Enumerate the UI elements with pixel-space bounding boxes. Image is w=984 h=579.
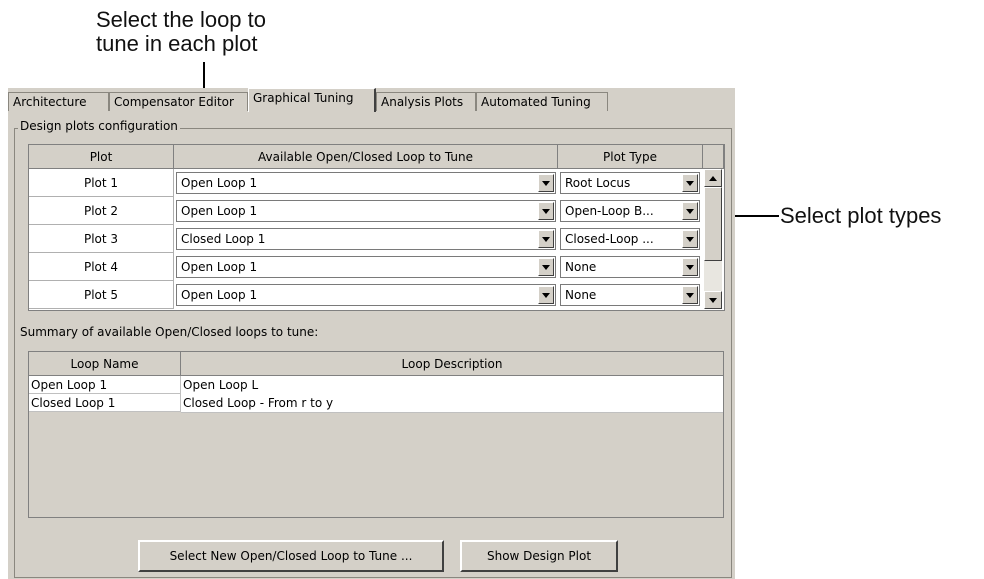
chevron-down-icon — [686, 209, 694, 214]
row-label: Plot 2 — [29, 197, 174, 225]
tab-strip: Architecture Compensator Editor Graphica… — [8, 88, 735, 112]
row-label: Plot 5 — [29, 281, 174, 309]
chevron-down-icon — [686, 265, 694, 270]
scroll-thumb[interactable] — [704, 187, 722, 261]
tab-analysis-plots[interactable]: Analysis Plots — [376, 92, 476, 111]
column-header-plot-type[interactable]: Plot Type — [558, 145, 703, 169]
column-header-plot[interactable]: Plot — [29, 145, 174, 169]
callout-line-2: tune in each plot — [96, 31, 258, 56]
scroll-down-button[interactable] — [704, 291, 722, 309]
plot-type-select[interactable]: Root Locus — [560, 172, 700, 194]
plot-config-table: Plot Available Open/Closed Loop to Tune … — [28, 144, 725, 311]
tab-automated-tuning[interactable]: Automated Tuning — [476, 92, 608, 111]
chevron-down-icon — [686, 293, 694, 298]
column-header-loop[interactable]: Available Open/Closed Loop to Tune — [174, 145, 558, 169]
chevron-down-icon — [686, 237, 694, 242]
show-design-plot-button[interactable]: Show Design Plot — [460, 540, 618, 572]
loop-name-cell: Open Loop 1 — [29, 376, 181, 394]
arrow-up-icon — [709, 176, 717, 181]
row-label: Plot 4 — [29, 253, 174, 281]
group-title: Design plots configuration — [18, 119, 180, 133]
control-tuner-panel: Architecture Compensator Editor Graphica… — [8, 88, 735, 579]
column-header-loop-name[interactable]: Loop Name — [29, 352, 181, 376]
plot-type-select[interactable]: Open-Loop B... — [560, 200, 700, 222]
callout-select-loop: Select the loop to tune in each plot — [96, 8, 266, 56]
chevron-down-icon — [542, 181, 550, 186]
table-scrollbar[interactable] — [704, 169, 722, 309]
scroll-up-button[interactable] — [704, 169, 722, 187]
select-new-loop-button[interactable]: Select New Open/Closed Loop to Tune ... — [138, 540, 444, 572]
loop-description-cell: Closed Loop - From r to y — [181, 394, 723, 413]
summary-label: Summary of available Open/Closed loops t… — [20, 325, 319, 339]
arrow-down-icon — [709, 298, 717, 303]
column-header-loop-description[interactable]: Loop Description — [181, 352, 723, 376]
loop-select[interactable]: Open Loop 1 — [176, 284, 556, 306]
loop-select[interactable]: Open Loop 1 — [176, 172, 556, 194]
loop-description-cell: Open Loop L — [181, 376, 723, 395]
loop-select[interactable]: Open Loop 1 — [176, 256, 556, 278]
chevron-down-icon — [686, 181, 694, 186]
row-label: Plot 1 — [29, 169, 174, 197]
loop-select[interactable]: Open Loop 1 — [176, 200, 556, 222]
chevron-down-icon — [542, 237, 550, 242]
table-row[interactable]: Open Loop 1 Open Loop L — [29, 376, 723, 395]
chevron-down-icon — [542, 265, 550, 270]
loop-summary-table: Loop Name Loop Description Open Loop 1 O… — [28, 351, 724, 518]
plot-type-select[interactable]: None — [560, 256, 700, 278]
tab-compensator-editor[interactable]: Compensator Editor — [109, 92, 248, 111]
loop-name-cell: Closed Loop 1 — [29, 394, 181, 412]
tab-graphical-tuning[interactable]: Graphical Tuning — [248, 88, 376, 112]
callout-plot-types: Select plot types — [780, 203, 942, 228]
plot-type-select[interactable]: None — [560, 284, 700, 306]
table-row[interactable]: Closed Loop 1 Closed Loop - From r to y — [29, 394, 723, 413]
loop-select[interactable]: Closed Loop 1 — [176, 228, 556, 250]
plot-type-select[interactable]: Closed-Loop ... — [560, 228, 700, 250]
chevron-down-icon — [542, 209, 550, 214]
header-corner — [703, 145, 724, 169]
tab-architecture[interactable]: Architecture — [8, 92, 109, 111]
callout-line-1: Select the loop to — [96, 7, 267, 32]
chevron-down-icon — [542, 293, 550, 298]
row-label: Plot 3 — [29, 225, 174, 253]
